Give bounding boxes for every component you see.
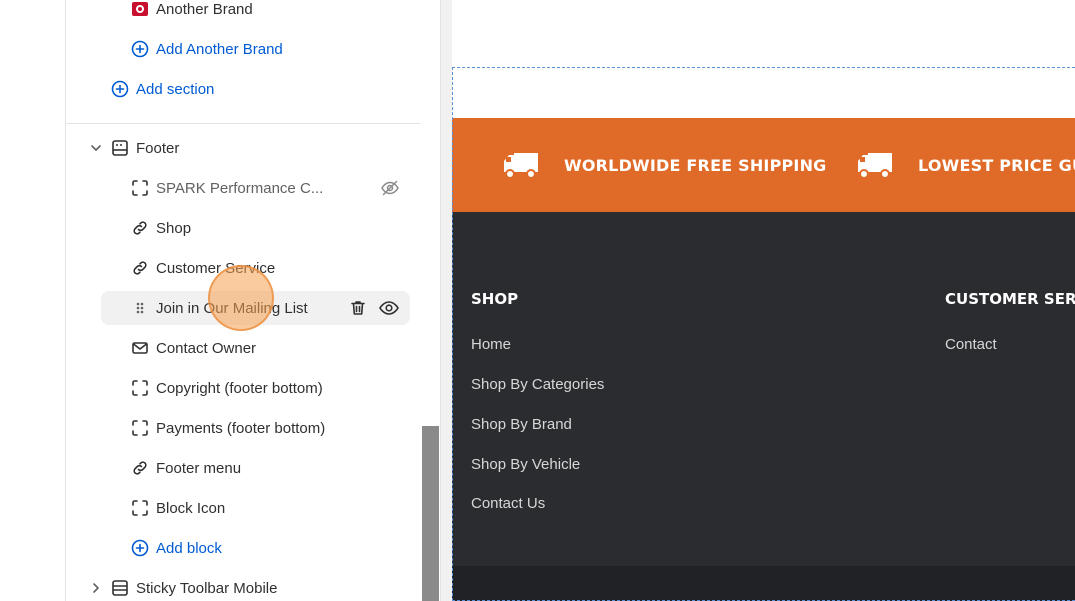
add-brand-label: Add Another Brand [156, 40, 283, 58]
banner-text: WORLDWIDE FREE SHIPPING [564, 155, 827, 175]
dashed-square-icon [130, 418, 150, 438]
footer-link[interactable]: Shop By Categories [471, 376, 604, 393]
plus-circle-icon [110, 79, 130, 99]
add-block-button[interactable]: Add block [130, 532, 222, 564]
customer-service-column-title: CUSTOMER SERVICE [945, 290, 1075, 308]
section-label: Sticky Toolbar Mobile [136, 579, 278, 597]
plus-circle-icon [130, 538, 150, 558]
footer-link[interactable]: Home [471, 336, 511, 353]
add-section-button[interactable]: Add section [110, 73, 214, 105]
banner-item: LOWEST PRICE GUARANTEE [856, 118, 1075, 212]
envelope-icon [130, 338, 150, 358]
block-payments[interactable]: Payments (footer bottom) [130, 412, 325, 444]
block-label: Block Icon [156, 499, 226, 517]
plus-circle-icon [130, 39, 150, 59]
eye-off-icon[interactable] [380, 178, 400, 198]
link-icon [130, 218, 150, 238]
add-block-label: Add block [156, 539, 222, 557]
block-spark-performance[interactable]: SPARK Performance C... [130, 172, 410, 204]
block-label: Join in Our Mailing List [156, 299, 308, 317]
dashed-square-icon [130, 378, 150, 398]
store-preview: WORLDWIDE FREE SHIPPING LOWEST PRICE GUA… [452, 0, 1075, 601]
footer-bottom-bar [452, 566, 1075, 601]
block-label: Contact Owner [156, 339, 257, 357]
truck-icon [858, 153, 892, 179]
section-sticky-toolbar-mobile[interactable]: Sticky Toolbar Mobile [86, 572, 277, 601]
block-label: Footer menu [156, 459, 242, 477]
block-shop[interactable]: Shop [130, 212, 191, 244]
section-footer[interactable]: Footer [86, 132, 179, 164]
block-label: Customer Service [156, 259, 276, 277]
footer-link[interactable]: Contact [945, 336, 997, 353]
shipping-banner: WORLDWIDE FREE SHIPPING LOWEST PRICE GUA… [452, 118, 1075, 212]
banner-item: WORLDWIDE FREE SHIPPING [502, 118, 827, 212]
toolbar-layout-icon [110, 578, 130, 598]
truck-icon [504, 153, 538, 179]
footer-link[interactable]: Shop By Vehicle [471, 456, 580, 473]
store-footer: SHOP Home Shop By Categories Shop By Bra… [452, 212, 1075, 566]
footer-layout-icon [110, 138, 130, 158]
footer-link[interactable]: Contact Us [471, 495, 545, 512]
block-another-brand[interactable]: Another Brand [130, 0, 253, 25]
block-label: Copyright (footer bottom) [156, 379, 323, 397]
eye-icon[interactable] [378, 298, 400, 318]
footer-link[interactable]: Shop By Brand [471, 416, 572, 433]
block-label: Another Brand [156, 0, 253, 18]
block-contact-owner[interactable]: Contact Owner [130, 332, 256, 364]
block-mailing-list[interactable]: Join in Our Mailing List [130, 292, 308, 324]
shop-column-title: SHOP [471, 290, 519, 308]
block-footer-menu[interactable]: Footer menu [130, 452, 241, 484]
section-divider [66, 123, 420, 124]
left-gutter [0, 0, 66, 601]
panel-gap [441, 0, 452, 601]
block-label: Shop [156, 219, 192, 237]
block-label: SPARK Performance C... [156, 179, 324, 197]
drag-handle-icon[interactable] [130, 298, 150, 318]
block-icon[interactable]: Block Icon [130, 492, 225, 524]
block-copyright[interactable]: Copyright (footer bottom) [130, 372, 323, 404]
dashed-square-icon [130, 178, 150, 198]
sidebar-scrollbar[interactable] [422, 426, 439, 601]
delete-icon[interactable] [348, 298, 368, 318]
banner-text: LOWEST PRICE GUARANTEE [918, 155, 1075, 175]
brand-logo-icon [130, 0, 150, 19]
chevron-right-icon[interactable] [86, 578, 106, 598]
block-label: Payments (footer bottom) [156, 419, 326, 437]
chevron-down-icon[interactable] [86, 138, 106, 158]
link-icon [130, 258, 150, 278]
link-icon [130, 458, 150, 478]
block-customer-service[interactable]: Customer Service [130, 252, 275, 284]
add-section-label: Add section [136, 80, 215, 98]
dashed-square-icon [130, 498, 150, 518]
section-label: Footer [136, 139, 180, 157]
add-another-brand-button[interactable]: Add Another Brand [130, 33, 283, 65]
